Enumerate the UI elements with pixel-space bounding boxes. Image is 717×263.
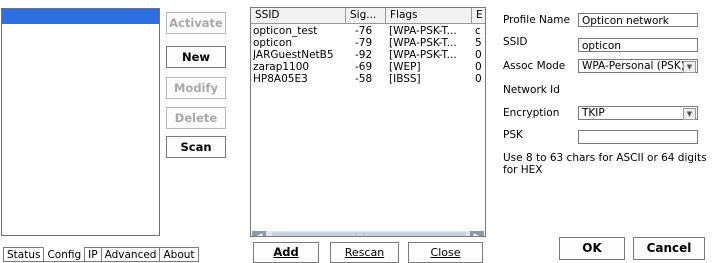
column-header-extra[interactable]: E xyxy=(472,8,485,23)
cell-extra: 0 xyxy=(475,50,482,61)
cell-ssid: zarap1100 xyxy=(253,62,310,73)
cell-extra: 0 xyxy=(475,62,482,73)
tab-ip[interactable]: IP xyxy=(84,247,102,262)
cell-ssid: opticon_test xyxy=(253,26,318,37)
cell-flags: [IBSS] xyxy=(389,74,421,85)
cell-ssid: HP8A05E3 xyxy=(253,74,308,85)
cell-flags: [WPA-PSK-T... xyxy=(389,50,457,61)
assoc-mode-label: Assoc Mode xyxy=(503,60,566,72)
cancel-button[interactable]: Cancel xyxy=(633,237,705,260)
profile-name-label: Profile Name xyxy=(503,14,570,26)
psk-hint-text: Use 8 to 63 chars for ASCII or 64 digits… xyxy=(503,152,707,176)
cell-extra: 5 xyxy=(475,38,482,49)
modify-button[interactable]: Modify xyxy=(166,77,226,99)
profile-screen: Profile Name Opticon network SSID optico… xyxy=(498,0,717,263)
table-row[interactable]: zarap1100 -69 [WEP] 0 xyxy=(251,62,485,73)
network-list[interactable] xyxy=(1,8,160,236)
activate-button[interactable]: Activate xyxy=(166,12,226,34)
selected-network-row[interactable] xyxy=(2,9,159,24)
cell-extra: 0 xyxy=(475,74,482,85)
encryption-select[interactable]: TKIP ▼ xyxy=(578,106,698,120)
encryption-value: TKIP xyxy=(582,107,605,119)
tab-advanced[interactable]: Advanced xyxy=(100,247,161,262)
rescan-button[interactable]: Rescan xyxy=(330,242,399,263)
network-id-label: Network Id xyxy=(503,84,560,96)
rescan-button-label: Rescan xyxy=(344,246,385,259)
column-header-signal[interactable]: Sig... xyxy=(346,8,386,23)
list-header: SSID Sig... Flags E xyxy=(251,8,485,24)
assoc-mode-select[interactable]: WPA-Personal (PSK) ▼ xyxy=(578,59,698,73)
cell-signal: -69 xyxy=(355,62,373,73)
ssid-field[interactable]: opticon xyxy=(578,38,698,52)
cell-ssid: opticon xyxy=(253,38,292,49)
scroll-right-arrow-icon[interactable]: ▶ xyxy=(470,231,484,236)
psk-label: PSK xyxy=(503,129,523,141)
cell-signal: -58 xyxy=(355,74,373,85)
encryption-label: Encryption xyxy=(503,107,560,119)
add-button[interactable]: Add xyxy=(253,242,319,263)
cell-flags: [WPA-PSK-T... xyxy=(389,38,457,49)
chevron-down-icon[interactable]: ▼ xyxy=(683,108,696,120)
config-screen: Activate New Modify Delete Scan Status C… xyxy=(0,0,237,263)
cell-signal: -92 xyxy=(355,50,373,61)
cell-extra: c xyxy=(475,26,481,37)
scan-button[interactable]: Scan xyxy=(166,136,226,158)
tab-about[interactable]: About xyxy=(159,247,199,262)
table-row[interactable]: HP8A05E3 -58 [IBSS] 0 xyxy=(251,74,485,85)
close-button-label: Close xyxy=(430,246,461,259)
ssid-label: SSID xyxy=(503,36,528,48)
cell-signal: -79 xyxy=(355,38,373,49)
table-row[interactable]: opticon_test -76 [WPA-PSK-T... c xyxy=(251,26,485,37)
scrollbar-grip-icon: ⋮⋮ xyxy=(352,232,368,237)
psk-field[interactable] xyxy=(578,130,698,144)
table-row[interactable]: opticon -79 [WPA-PSK-T... 5 xyxy=(251,38,485,49)
profile-name-field[interactable]: Opticon network xyxy=(578,13,698,27)
ok-button[interactable]: OK xyxy=(559,237,625,260)
chevron-down-icon[interactable]: ▼ xyxy=(683,61,696,73)
assoc-mode-value: WPA-Personal (PSK) xyxy=(582,60,685,72)
horizontal-scrollbar[interactable]: ◀ ⋮⋮ ▶ xyxy=(252,231,484,237)
scroll-left-arrow-icon[interactable]: ◀ xyxy=(252,231,266,236)
tab-config[interactable]: Config xyxy=(43,247,86,262)
column-header-flags[interactable]: Flags xyxy=(386,8,472,23)
cell-flags: [WPA-PSK-T... xyxy=(389,26,457,37)
scrollbar-thumb[interactable] xyxy=(272,232,466,236)
scan-results-list[interactable]: SSID Sig... Flags E opticon_test -76 [WP… xyxy=(250,7,486,237)
cell-signal: -76 xyxy=(355,26,373,37)
tab-bar: Status Config IP Advanced About xyxy=(3,247,199,262)
table-row[interactable]: JARGuestNetB5 -92 [WPA-PSK-T... 0 xyxy=(251,50,485,61)
cell-flags: [WEP] xyxy=(389,62,421,73)
scan-results-screen: SSID Sig... Flags E opticon_test -76 [WP… xyxy=(250,0,488,263)
cell-ssid: JARGuestNetB5 xyxy=(253,50,334,61)
column-header-ssid[interactable]: SSID xyxy=(251,8,346,23)
close-button[interactable]: Close xyxy=(408,242,483,263)
tab-status[interactable]: Status xyxy=(3,247,45,262)
add-button-label: Add xyxy=(273,245,299,259)
new-button[interactable]: New xyxy=(166,46,226,68)
delete-button[interactable]: Delete xyxy=(166,107,226,129)
